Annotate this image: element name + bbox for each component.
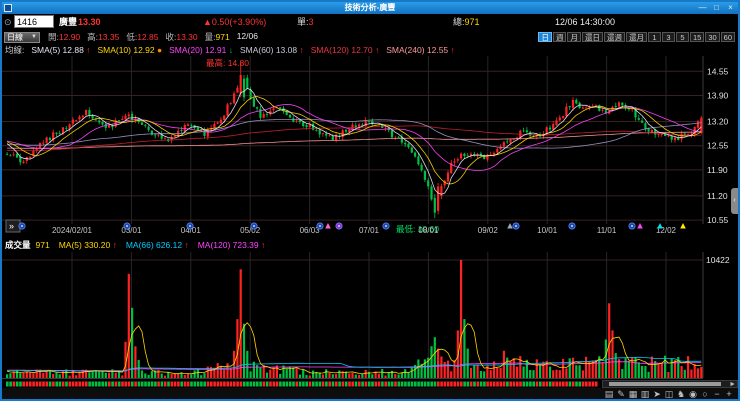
eye-icon[interactable]: ◉ xyxy=(688,389,698,399)
period-select[interactable]: 日線 ▼ xyxy=(4,31,40,43)
stock-name: 廣豐 xyxy=(59,17,78,27)
volume-ma-item: MA(66) 626.12 ↑ xyxy=(125,240,189,250)
svg-text:10422: 10422 xyxy=(706,255,730,265)
svg-text:2024/02/01: 2024/02/01 xyxy=(52,226,93,235)
info-field: 收:13.30 xyxy=(165,32,198,42)
period-button-月[interactable]: 月 xyxy=(567,32,581,42)
ma-legend-item: SMA(5) 12.88 ↑ xyxy=(31,44,91,55)
svg-text:12.55: 12.55 xyxy=(707,141,729,151)
svg-text:»: » xyxy=(9,221,14,231)
ma-legend-item: SMA(20) 12.91 ↓ xyxy=(169,44,233,55)
title-bar[interactable]: 技術分析-廣豐 — □ × xyxy=(2,2,738,14)
quote-bar: ⊙ 廣豐 13.30 ▲0.50(+3.90%) 單:3 總:971 12/06… xyxy=(2,14,738,30)
pattern-icon[interactable]: ♞ xyxy=(676,389,686,399)
zoom-in-icon[interactable]: + xyxy=(724,389,734,399)
period-button-1[interactable]: 1 xyxy=(647,32,661,42)
info-field: 高:13.35 xyxy=(87,32,120,42)
window-title: 技術分析-廣豐 xyxy=(344,3,396,12)
period-button-5[interactable]: 5 xyxy=(675,32,689,42)
price-chart[interactable]: 14.55 13.90 13.20 12.55 11.90 11.20 10.55 最高: 1… xyxy=(2,56,738,238)
scroll-right-icon[interactable]: ► xyxy=(729,381,736,388)
total-volume: 總:971 xyxy=(453,17,480,27)
last-price: 13.30 xyxy=(78,17,101,27)
maximize-button[interactable]: □ xyxy=(711,3,722,13)
volume-ma-item: MA(5) 330.20 ↑ xyxy=(58,240,117,250)
volume-chart[interactable]: 10422 xyxy=(2,252,738,380)
info-field: 12/06 xyxy=(236,31,258,41)
svg-text:13.90: 13.90 xyxy=(707,91,729,101)
period-button-還月[interactable]: 還月 xyxy=(625,32,647,42)
panel-icon[interactable]: ◫ xyxy=(664,389,674,399)
info-bar: 日線 ▼ 開:12.90 高:13.35 低:12.85 收:13.30 量:971 12/… xyxy=(2,30,738,44)
updown-strip: ► xyxy=(2,380,738,388)
svg-text:14.55: 14.55 xyxy=(707,66,729,76)
svg-text:11/01: 11/01 xyxy=(597,226,617,235)
period-button-還週[interactable]: 還週 xyxy=(603,32,625,42)
volume-label: 成交量 xyxy=(5,240,31,250)
ma-legend-item: SMA(240) 12.55 ↑ xyxy=(386,44,455,55)
svg-text:13.20: 13.20 xyxy=(707,117,729,127)
period-buttons: 日週月還日 還週 還月 1 3 5 15 30 60 xyxy=(538,32,735,42)
svg-text:09/02: 09/02 xyxy=(478,226,499,235)
minimize-button[interactable]: — xyxy=(697,3,708,13)
period-button-還日[interactable]: 還日 xyxy=(581,32,603,42)
bottom-toolbar: ▤ ✎ ▦ ▥ ➤ ◫ ♞ ◉ ○ − + xyxy=(2,388,738,399)
svg-text:08/01: 08/01 xyxy=(418,226,439,235)
period-button-週[interactable]: 週 xyxy=(552,32,567,42)
ma-bar: 均線: SMA(5) 12.88 ↑ SMA(10) 12.92 ● SMA(20)… xyxy=(2,44,738,56)
info-field: 量:971 xyxy=(204,32,230,42)
volume-ma-item: MA(120) 723.39 ↑ xyxy=(197,240,266,250)
info-field: 開:12.90 xyxy=(48,32,81,42)
svg-text:11.20: 11.20 xyxy=(707,191,728,201)
price-change: ▲0.50(+3.90%) xyxy=(203,17,267,27)
save-icon[interactable]: ▦ xyxy=(628,389,638,399)
period-button-日[interactable]: 日 xyxy=(538,32,552,42)
right-collapse-handle[interactable]: ‹ xyxy=(731,188,738,214)
page-icon[interactable]: ▤ xyxy=(604,389,614,399)
ma-legend-item: SMA(120) 12.70 ↑ xyxy=(310,44,380,55)
print-icon[interactable]: ▥ xyxy=(640,389,650,399)
svg-text:07/01: 07/01 xyxy=(359,226,380,235)
ma-legend-item: SMA(60) 13.08 ↑ xyxy=(239,44,304,55)
period-button-60[interactable]: 60 xyxy=(720,32,735,42)
volume-value: 971 xyxy=(35,240,50,250)
stock-lookup-icon[interactable]: ⊙ xyxy=(4,16,12,28)
ma-legend-item: SMA(10) 12.92 ● xyxy=(97,44,163,55)
circle-icon[interactable]: ○ xyxy=(700,389,710,399)
horizontal-scrollbar[interactable]: ► xyxy=(602,380,738,388)
quote-datetime: 12/06 14:30:00 xyxy=(555,17,616,27)
svg-text:11.90: 11.90 xyxy=(707,165,728,175)
zoom-out-icon[interactable]: − xyxy=(712,389,722,399)
svg-text:10/01: 10/01 xyxy=(537,226,558,235)
info-field: 低:12.85 xyxy=(126,32,159,42)
draw-icon[interactable]: ✎ xyxy=(616,389,626,399)
period-button-15[interactable]: 15 xyxy=(689,32,705,42)
ma-bar-prefix: 均線: xyxy=(5,44,25,55)
app-window: 技術分析-廣豐 — □ × ⊙ 廣豐 13.30 ▲0.50(+3.90%) 單… xyxy=(0,0,740,401)
cursor-icon[interactable]: ➤ xyxy=(652,389,662,399)
close-button[interactable]: × xyxy=(725,3,736,13)
stock-code-input[interactable] xyxy=(14,15,54,28)
single-volume: 單:3 xyxy=(297,17,314,27)
svg-text:05/02: 05/02 xyxy=(240,226,261,235)
period-button-30[interactable]: 30 xyxy=(705,32,720,42)
period-button-3[interactable]: 3 xyxy=(661,32,675,42)
chevron-down-icon: ▼ xyxy=(31,34,37,40)
svg-text:最高: 14.80: 最高: 14.80 xyxy=(206,58,249,68)
ohlc-fields: 開:12.90 高:13.35 低:12.85 收:13.30 量:971 12/06 xyxy=(48,31,258,43)
svg-text:10.55: 10.55 xyxy=(707,215,729,225)
scrollbar-thumb[interactable] xyxy=(609,382,721,386)
volume-header: 成交量 971 MA(5) 330.20 ↑ MA(66) 626.12 ↑ MA(… xyxy=(2,238,738,252)
